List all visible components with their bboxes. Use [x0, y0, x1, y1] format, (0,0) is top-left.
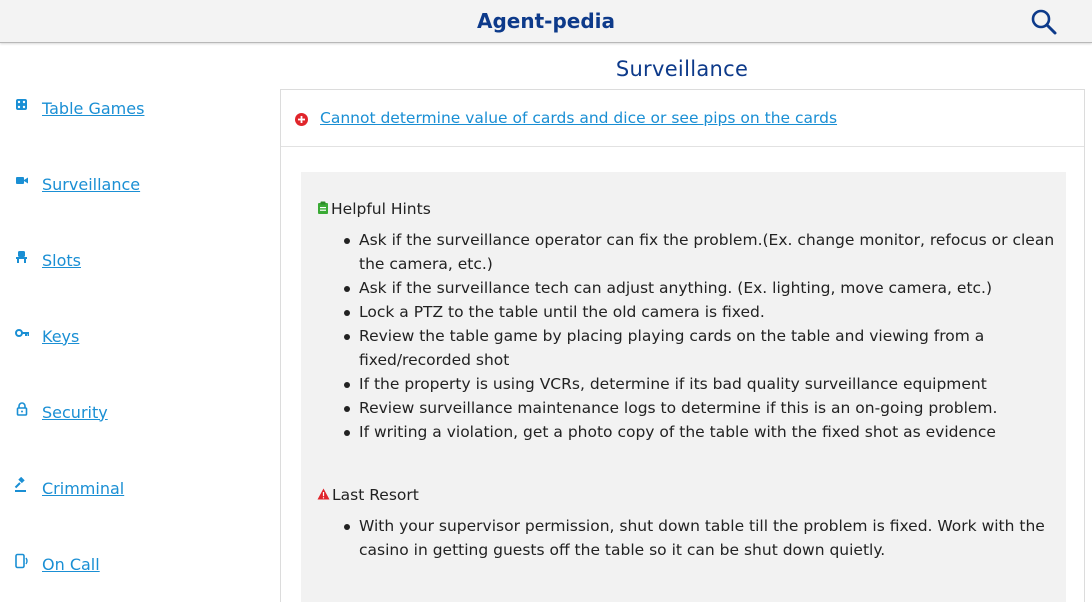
sidebar-item-keys[interactable]: Keys — [14, 324, 79, 348]
list-item: Lock a PTZ to the table until the old ca… — [344, 300, 1059, 324]
sidebar-item-label: Crimminal — [42, 478, 125, 498]
lock-icon — [14, 401, 30, 417]
sidebar-item-table-games[interactable]: Table Games — [14, 96, 144, 120]
slot-chair-icon — [14, 249, 30, 265]
sidebar-item-label: Security — [42, 402, 108, 422]
content-panel: Cannot determine value of cards and dice… — [280, 89, 1085, 602]
list-item: Review surveillance maintenance logs to … — [344, 396, 1059, 420]
sidebar: Table Games Surveillance Slots Keys Secu… — [0, 44, 280, 602]
sidebar-item-slots[interactable]: Slots — [14, 248, 81, 272]
dice-icon — [14, 97, 30, 113]
helpful-hints-label: Helpful Hints — [331, 200, 431, 218]
warning-triangle-icon — [317, 486, 332, 504]
red-plus-circle-icon — [295, 111, 308, 126]
hints-box: Helpful Hints Ask if the surveillance op… — [301, 172, 1066, 602]
sidebar-item-label: Keys — [42, 326, 80, 346]
sidebar-item-on-call[interactable]: On Call — [14, 552, 100, 576]
sidebar-item-label: Slots — [42, 250, 81, 270]
search-icon[interactable] — [1030, 8, 1058, 36]
last-resort-heading: Last Resort — [317, 486, 419, 504]
list-item: Review the table game by placing playing… — [344, 324, 1059, 372]
app-title: Agent-pedia — [476, 9, 615, 33]
sidebar-item-label: On Call — [42, 554, 100, 574]
sidebar-item-label: Table Games — [42, 98, 145, 118]
list-item: With your supervisor permission, shut do… — [344, 514, 1059, 562]
app-header: Agent-pedia — [0, 0, 1092, 43]
helpful-hints-heading: Helpful Hints — [317, 200, 431, 218]
issue-link[interactable]: Cannot determine value of cards and dice… — [320, 109, 837, 127]
sidebar-item-security[interactable]: Security — [14, 400, 108, 424]
last-resort-label: Last Resort — [332, 486, 419, 504]
last-resort-list: With your supervisor permission, shut do… — [344, 514, 1059, 562]
gavel-icon — [14, 476, 30, 493]
sidebar-item-surveillance[interactable]: Surveillance — [14, 172, 140, 196]
phone-icon — [14, 553, 30, 569]
video-camera-icon — [14, 173, 30, 189]
clipboard-icon — [317, 200, 331, 218]
list-item: If the property is using VCRs, determine… — [344, 372, 1059, 396]
sidebar-item-crimminal[interactable]: Crimminal — [14, 476, 124, 500]
issue-row: Cannot determine value of cards and dice… — [281, 90, 1084, 147]
list-item: Ask if the surveillance operator can fix… — [344, 228, 1059, 276]
page-title: Surveillance — [615, 57, 749, 81]
list-item: If writing a violation, get a photo copy… — [344, 420, 1059, 444]
key-icon — [14, 325, 30, 341]
sidebar-item-label: Surveillance — [42, 174, 141, 194]
helpful-hints-list: Ask if the surveillance operator can fix… — [344, 228, 1059, 444]
list-item: Ask if the surveillance tech can adjust … — [344, 276, 1059, 300]
